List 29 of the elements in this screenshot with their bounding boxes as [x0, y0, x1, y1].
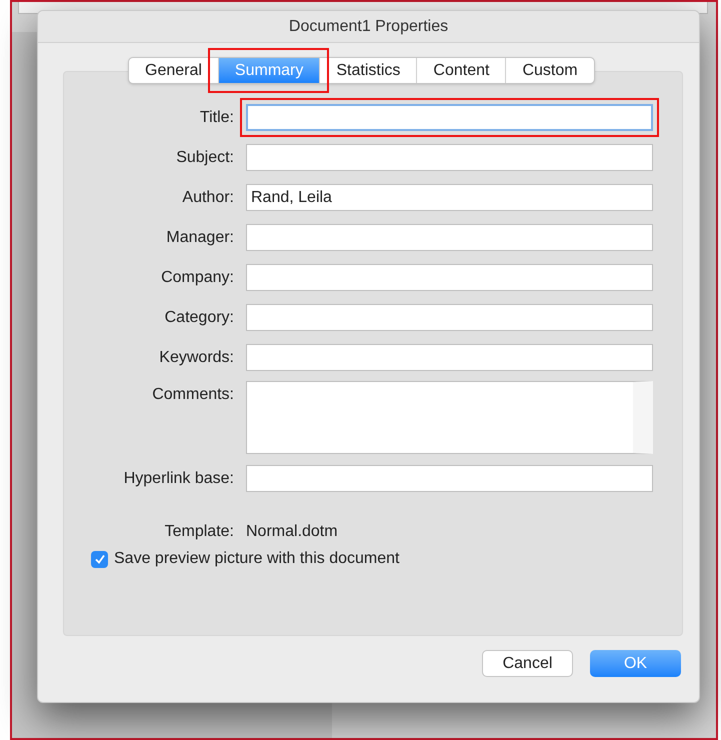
text-field[interactable]: [246, 465, 653, 492]
field-label: Hyperlink base:: [122, 469, 234, 489]
field-label: Comments:: [151, 385, 234, 405]
checkbox-label: Save preview picture with this document: [114, 549, 400, 569]
checkmark-icon: [94, 553, 106, 565]
field-label: Company:: [160, 268, 234, 288]
field-label: Subject:: [175, 148, 234, 168]
field-label: Template:: [164, 522, 234, 542]
text-field[interactable]: [246, 144, 653, 171]
text-field[interactable]: Rand, Leila: [246, 184, 653, 211]
text-area[interactable]: [246, 381, 653, 454]
field-label: Manager:: [165, 228, 234, 248]
field-label: Author:: [181, 188, 234, 208]
text-field[interactable]: [246, 344, 653, 371]
field-value: Normal.dotm: [246, 522, 338, 542]
tab[interactable]: General: [129, 58, 218, 83]
field-label: Title:: [198, 108, 234, 128]
tab[interactable]: Custom: [505, 58, 594, 83]
checkbox[interactable]: [91, 550, 108, 568]
field-label: Keywords:: [158, 348, 234, 368]
cancel-button[interactable]: Cancel: [482, 650, 573, 677]
field-label: Category:: [164, 308, 234, 328]
tab[interactable]: Statistics: [319, 58, 416, 83]
tab[interactable]: Content: [416, 58, 506, 83]
text-field[interactable]: [246, 224, 653, 251]
window-title: Document1 Properties: [288, 16, 448, 36]
text-field[interactable]: [246, 304, 653, 331]
text-field[interactable]: [246, 104, 653, 131]
text-field[interactable]: [246, 264, 653, 291]
